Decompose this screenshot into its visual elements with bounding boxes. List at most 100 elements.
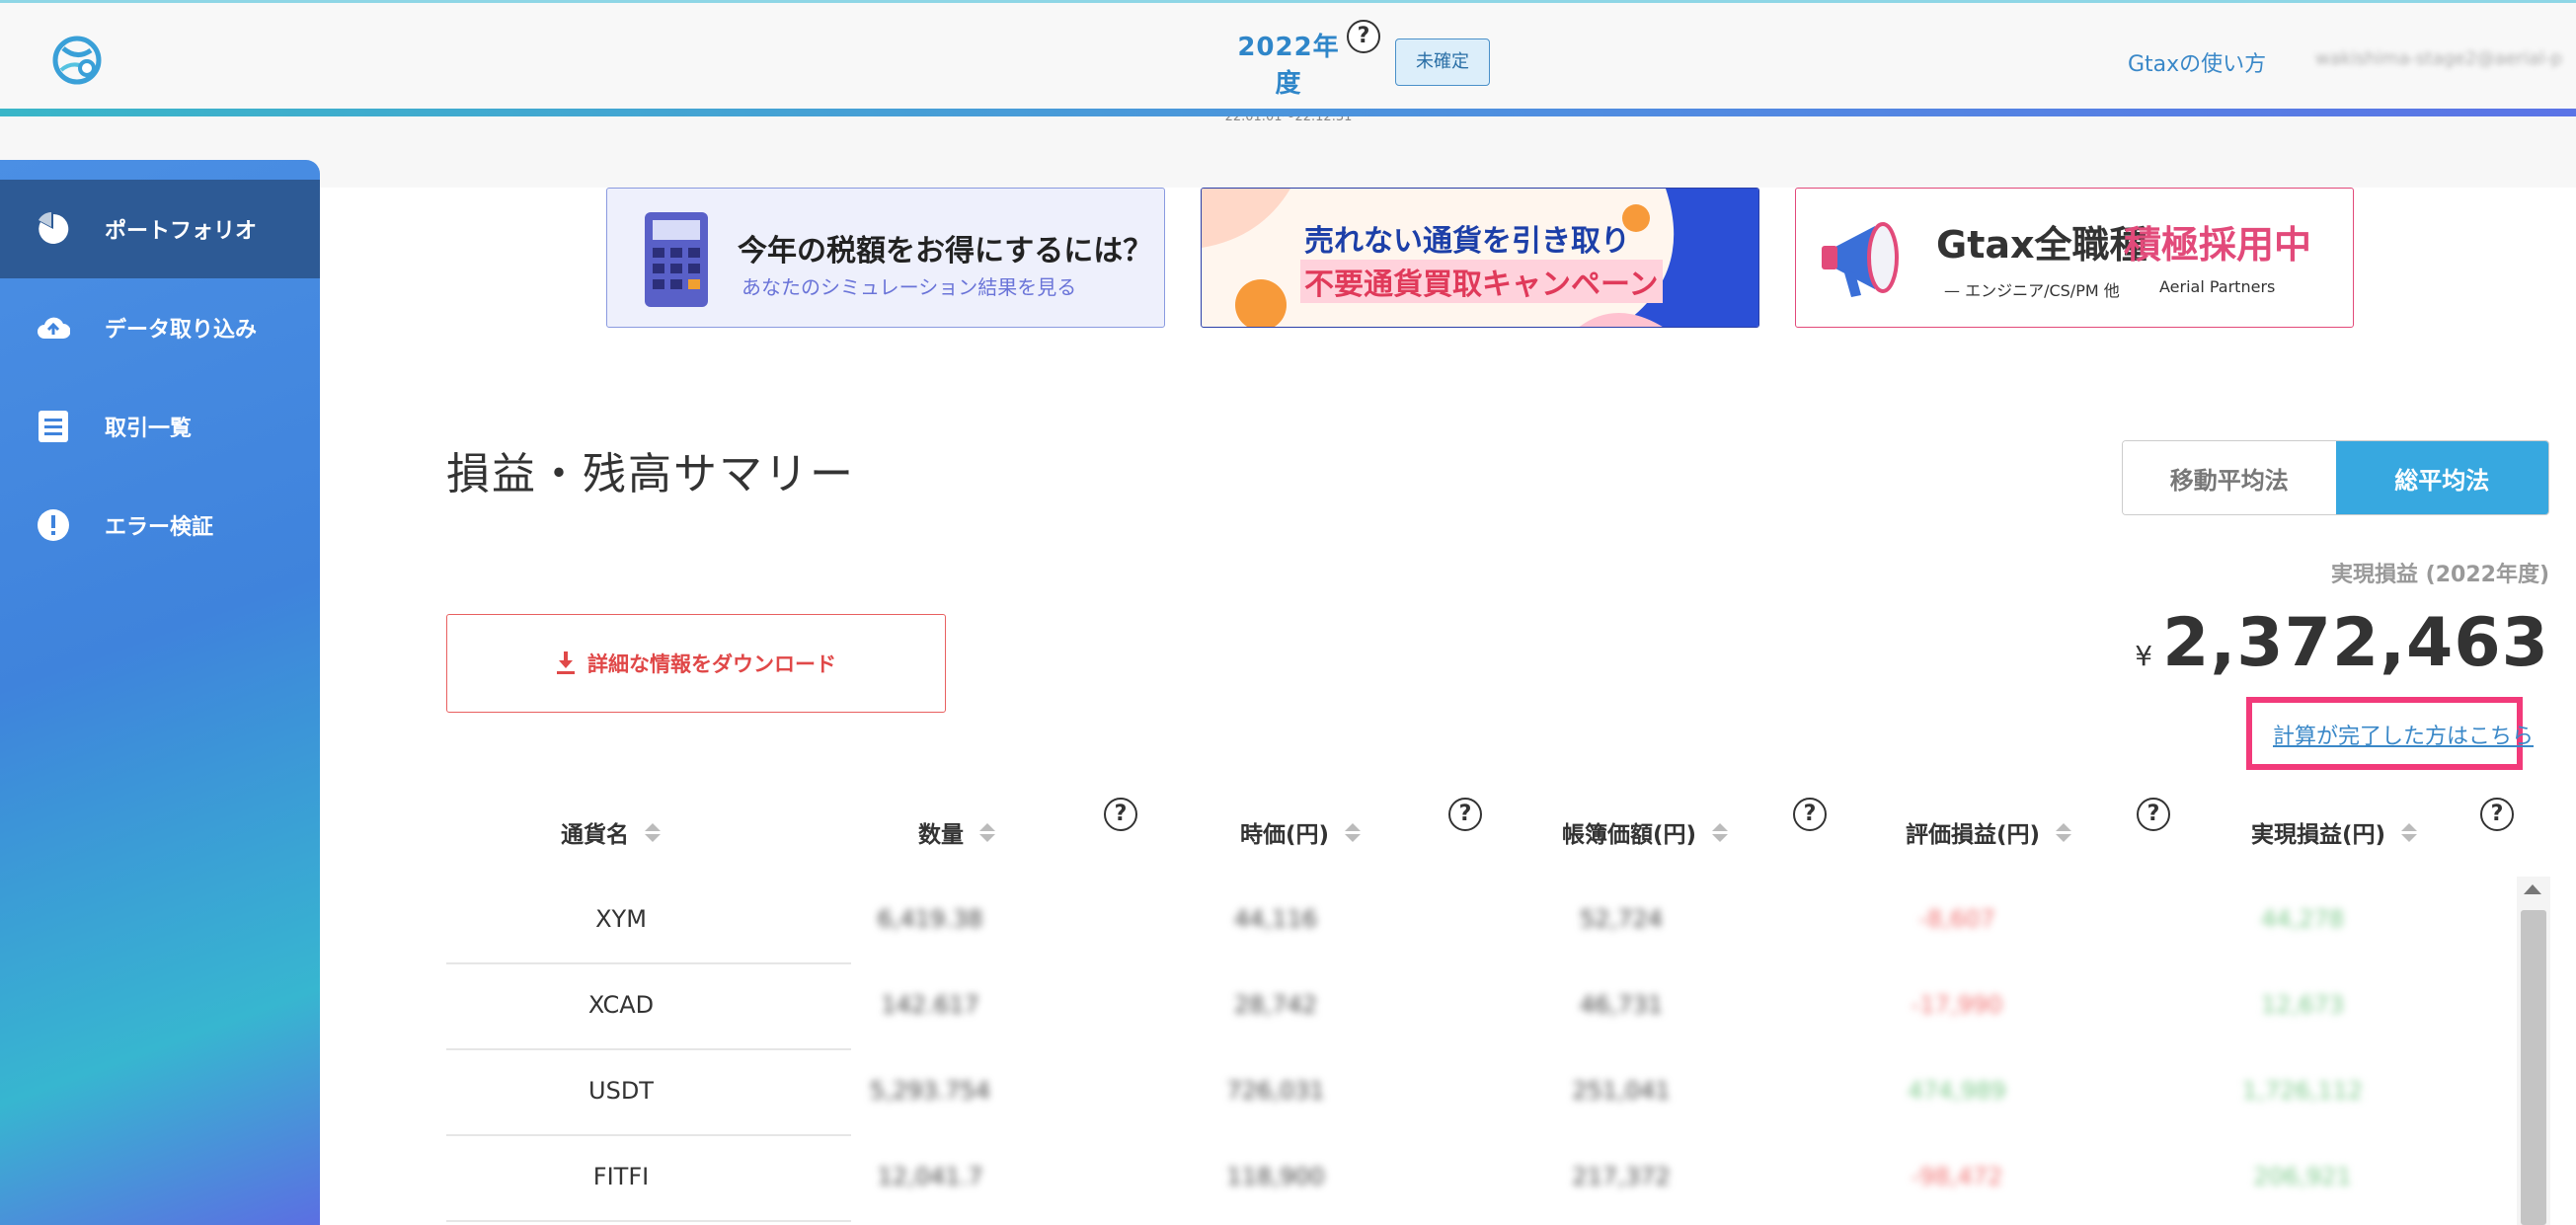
realized-label: 実現損益 (2022年度): [2331, 563, 2549, 587]
book-value: 52,724: [1580, 905, 1663, 933]
column-header-label: 実現損益(円): [2251, 822, 2386, 848]
column-header-label: 通貨名: [561, 822, 629, 848]
brand-name: Aerial Partners: [2159, 277, 2276, 296]
column-header-label: 時価(円): [1240, 822, 1330, 848]
sort-icon[interactable]: [2056, 822, 2072, 842]
help-icon[interactable]: ?: [1104, 798, 1137, 831]
realized-value: 44,278: [2261, 905, 2344, 933]
banner-subtitle: — エンジニア/CS/PM 他: [1944, 281, 2120, 300]
help-icon[interactable]: ?: [2137, 798, 2170, 831]
help-icon[interactable]: ?: [2480, 798, 2514, 831]
sort-icon[interactable]: [1345, 822, 1362, 842]
sidebar-item-label: データ取り込み: [105, 318, 258, 343]
list-icon: [36, 409, 71, 444]
banner-subtitle: 不要通貨買取キャンペーン: [1300, 260, 1663, 303]
realized-value: 12,673: [2261, 991, 2344, 1019]
page-title: 損益・残高サマリー: [446, 449, 855, 499]
sort-icon[interactable]: [1712, 822, 1729, 842]
book-value: 46,731: [1580, 991, 1663, 1019]
year-help-icon[interactable]: ?: [1347, 20, 1380, 53]
book-value: 251,041: [1572, 1077, 1671, 1105]
column-header-currency[interactable]: 通貨名: [561, 815, 661, 849]
table-row[interactable]: XCAD 142.617 28,742 46,731 -17,990 12,67…: [446, 962, 2505, 1048]
banner-title: 今年の税額をお得にするには？: [738, 234, 1153, 268]
currency-name: XCAD: [587, 991, 655, 1019]
howto-link[interactable]: Gtaxの使い方: [2128, 46, 2266, 78]
download-label: 詳細な情報をダウンロード: [587, 652, 836, 676]
help-icon[interactable]: ?: [1793, 798, 1827, 831]
pie-chart-icon: [36, 211, 71, 247]
price-value: 44,116: [1234, 905, 1317, 933]
currency-name: XYM: [595, 905, 647, 933]
realized-amount: 2,372,463: [2162, 604, 2549, 682]
realized-value: ¥ 2,372,463: [2135, 604, 2549, 682]
moving-average-button[interactable]: 移動平均法: [2123, 441, 2336, 514]
quantity-value: 142.617: [881, 991, 979, 1019]
calculator-icon: [645, 212, 708, 307]
column-header-label: 数量: [918, 822, 964, 848]
unrealized-value: -17,990: [1911, 991, 2003, 1019]
realized-value: 1,726,112: [2241, 1077, 2364, 1105]
total-average-button[interactable]: 総平均法: [2335, 441, 2548, 514]
banner-tax-simulation[interactable]: 今年の税額をお得にするには？ あなたのシミュレーション結果を見る: [606, 188, 1165, 328]
column-header-label: 評価損益(円): [1906, 822, 2041, 848]
header-gradient-bar: [0, 109, 2576, 116]
column-header-label: 帳簿価額(円): [1562, 822, 1697, 848]
column-header-price[interactable]: 時価(円): [1240, 815, 1362, 849]
sidebar-item-label: ポートフォリオ: [105, 219, 258, 244]
sort-icon[interactable]: [2401, 822, 2418, 842]
megaphone-icon: [1822, 222, 1899, 297]
user-email[interactable]: wakishima-stage2@aerial-p: [2315, 48, 2562, 69]
sidebar-item-data-import[interactable]: データ取り込み: [0, 278, 320, 377]
banner-title-b: 積極採用中: [2124, 223, 2312, 267]
sidebar-item-label: 取引一覧: [105, 417, 193, 441]
top-header: 2022年度 22.01.01〜22.12.31 ? 未確定 Gtaxの使い方 …: [0, 0, 2576, 124]
column-header-quantity[interactable]: 数量: [918, 815, 995, 849]
column-header-book-value[interactable]: 帳簿価額(円): [1562, 815, 1729, 849]
unrealized-value: 474,989: [1908, 1077, 2006, 1105]
sort-icon[interactable]: [645, 822, 661, 842]
quantity-value: 5,293.754: [869, 1077, 991, 1105]
sidebar: ポートフォリオ データ取り込み 取引一覧 エラー検証: [0, 160, 320, 1225]
banner-buyback-campaign[interactable]: 売れない通貨を引き取り 不要通貨買取キャンペーン: [1201, 188, 1759, 328]
currency-symbol: ¥: [2135, 640, 2153, 672]
currency-name: USDT: [588, 1077, 654, 1105]
book-value: 217,372: [1572, 1163, 1671, 1190]
method-toggle: 移動平均法 総平均法: [2122, 440, 2549, 515]
alert-icon: [36, 507, 71, 543]
sort-icon[interactable]: [979, 822, 995, 842]
banner-title-a: Gtax全職種: [1936, 223, 2147, 267]
status-badge: 未確定: [1395, 38, 1490, 86]
quantity-value: 6,419.38: [877, 905, 983, 933]
quantity-value: 12,041.7: [877, 1163, 983, 1190]
help-icon[interactable]: ?: [1448, 798, 1482, 831]
sidebar-item-error-check[interactable]: エラー検証: [0, 476, 320, 574]
row-divider: [446, 1220, 851, 1222]
scroll-thumb[interactable]: [2521, 910, 2546, 1225]
column-header-realized[interactable]: 実現損益(円): [2251, 815, 2418, 849]
currency-name: FITFI: [592, 1163, 650, 1190]
calculation-done-link[interactable]: 計算が完了した方はこちら: [2273, 719, 2534, 750]
table-row[interactable]: XYM 6,419.38 44,116 52,724 -8,607 44,278: [446, 877, 2505, 962]
realized-value: 206,921: [2253, 1163, 2352, 1190]
banner-recruiting[interactable]: Gtax全職種 積極採用中 — エンジニア/CS/PM 他 Aerial Par…: [1795, 188, 2354, 328]
unrealized-value: -8,607: [1918, 905, 1995, 933]
download-icon: [556, 651, 576, 675]
price-value: 726,031: [1226, 1077, 1325, 1105]
gtax-logo-icon[interactable]: [47, 31, 107, 90]
sidebar-item-transactions[interactable]: 取引一覧: [0, 377, 320, 476]
banner-title: 売れない通貨を引き取り: [1304, 224, 1630, 259]
scroll-up-arrow-icon[interactable]: [2524, 884, 2541, 894]
column-header-unrealized[interactable]: 評価損益(円): [1906, 815, 2072, 849]
sidebar-item-portfolio[interactable]: ポートフォリオ: [0, 180, 320, 278]
cloud-upload-icon: [36, 310, 71, 345]
table-row[interactable]: USDT 5,293.754 726,031 251,041 474,989 1…: [446, 1048, 2505, 1134]
unrealized-value: -98,472: [1911, 1163, 2003, 1190]
table-row[interactable]: FITFI 12,041.7 118,900 217,372 -98,472 2…: [446, 1134, 2505, 1220]
price-value: 28,742: [1234, 991, 1317, 1019]
sidebar-item-label: エラー検証: [105, 515, 214, 540]
banner-subtitle: あなたのシミュレーション結果を見る: [742, 275, 1077, 299]
download-details-button[interactable]: 詳細な情報をダウンロード: [446, 614, 946, 713]
year-title: 2022年度: [1237, 33, 1340, 99]
price-value: 118,900: [1226, 1163, 1325, 1190]
